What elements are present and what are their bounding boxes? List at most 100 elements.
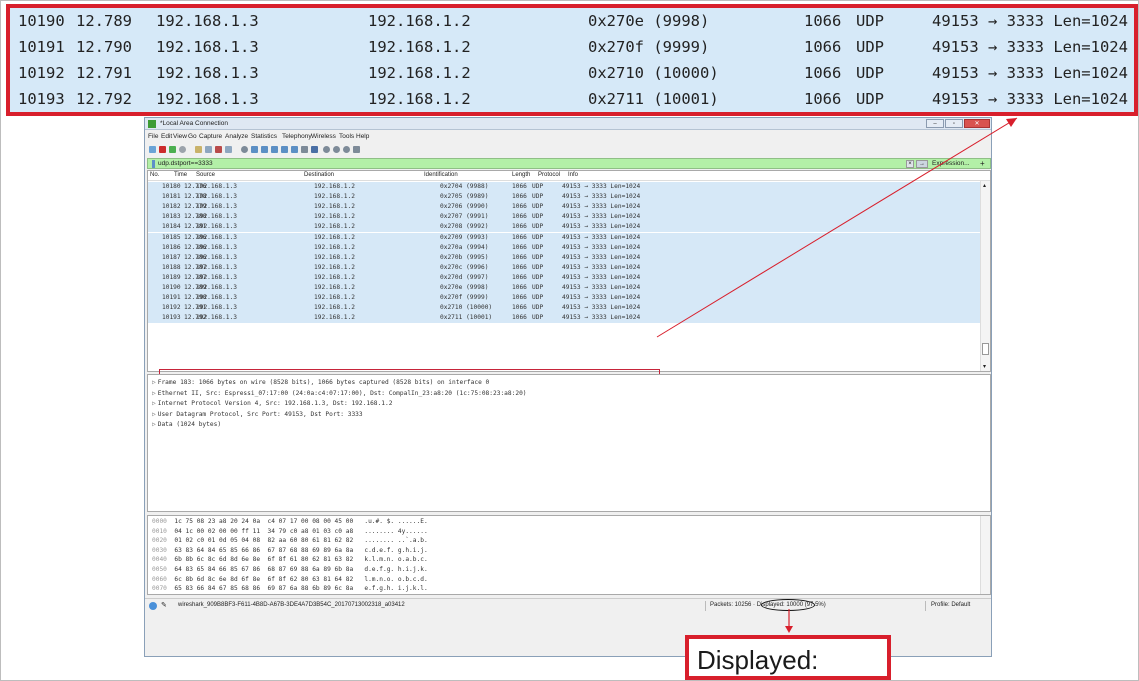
zoomed-dst-cell: 192.168.1.2 (368, 38, 471, 56)
resize-columns-icon[interactable] (353, 146, 360, 153)
packet-proto-cell: UDP (532, 263, 544, 271)
menu-analyze[interactable]: Analyze (225, 133, 248, 140)
shark-fin-start-icon[interactable] (149, 146, 156, 153)
close-file-icon[interactable] (215, 146, 222, 153)
save-file-icon[interactable] (205, 146, 212, 153)
packet-details-pane: ▷ Frame 183: 1066 bytes on wire (8528 bit… (147, 374, 991, 512)
packet-row[interactable]: 10184 12.781 192.168.1.3 192.168.1.2 0x2708 … (148, 222, 980, 233)
packet-len-cell: 1066 (512, 213, 527, 221)
wireshark-logo-icon (148, 120, 156, 128)
packet-row[interactable]: 10189 12.787 192.168.1.3 192.168.1.2 0x270d … (148, 272, 980, 283)
menu-statistics[interactable]: Statistics (251, 133, 277, 140)
packet-src-cell: 192.168.1.3 (196, 233, 237, 241)
apply-filter-icon[interactable]: → (916, 160, 928, 168)
expert-info-icon[interactable] (149, 602, 157, 610)
packet-no-cell: 10182 (162, 203, 181, 211)
packet-row[interactable]: 10185 12.786 192.168.1.3 192.168.1.2 0x2709 … (148, 232, 980, 243)
scroll-down-icon[interactable]: ▾ (983, 363, 986, 370)
detail-tree-item[interactable]: ▷ Data (1024 bytes) (152, 421, 221, 428)
packet-row[interactable]: 10180 12.776 192.168.1.3 192.168.1.2 0x2704 … (148, 182, 980, 193)
expand-arrow-icon[interactable]: ▷ (152, 400, 156, 407)
detail-tree-item[interactable]: ▷ Ethernet II, Src: Espressi_07:17:00 (24… (152, 390, 527, 397)
restart-capture-icon[interactable] (169, 146, 176, 153)
zoom-out-icon[interactable] (333, 146, 340, 153)
menu-file[interactable]: File (148, 133, 158, 140)
packet-row[interactable]: 10181 12.778 192.168.1.3 192.168.1.2 0x2705 … (148, 192, 980, 203)
maximize-button[interactable]: ▫ (945, 119, 963, 128)
clear-filter-icon[interactable]: × (906, 160, 914, 168)
bytes-scrollbar[interactable] (980, 516, 990, 594)
menu-edit[interactable]: Edit (161, 133, 172, 140)
reload-icon[interactable] (225, 146, 232, 153)
detail-tree-item[interactable]: ▷ Frame 183: 1066 bytes on wire (8528 bit… (152, 379, 489, 386)
menu-help[interactable]: Help (356, 133, 369, 140)
column-header-destination[interactable]: Destination (304, 172, 334, 178)
packet-row[interactable]: 10191 12.790 192.168.1.3 192.168.1.2 0x270f … (148, 293, 980, 304)
open-file-icon[interactable] (195, 146, 202, 153)
column-header-no[interactable]: No. (150, 172, 159, 178)
packet-row[interactable]: 10188 12.787 192.168.1.3 192.168.1.2 0x270c … (148, 262, 980, 273)
packet-row[interactable]: 10183 12.780 192.168.1.3 192.168.1.2 0x2707 … (148, 212, 980, 223)
packet-src-cell: 192.168.1.3 (196, 314, 237, 322)
normal-size-icon[interactable] (343, 146, 350, 153)
detail-tree-item[interactable]: ▷ User Datagram Protocol, Src Port: 49153… (152, 411, 363, 418)
expand-arrow-icon[interactable]: ▷ (152, 411, 156, 418)
packet-row[interactable]: 10193 12.792 192.168.1.3 192.168.1.2 0x2711 … (148, 313, 980, 324)
column-header-protocol[interactable]: Protocol (538, 172, 560, 178)
column-header-info[interactable]: Info (568, 172, 578, 178)
zoomed-id-cell: 0x270f (9999) (588, 38, 710, 56)
hex-ascii: k.l.m.n. o.a.b.c. (364, 556, 428, 564)
scroll-thumb[interactable] (982, 343, 989, 355)
find-packet-icon[interactable] (241, 146, 248, 153)
column-header-length[interactable]: Length (512, 172, 530, 178)
go-back-icon[interactable] (251, 146, 258, 153)
add-filter-button[interactable]: + (980, 159, 985, 168)
menu-view[interactable]: View (173, 133, 187, 140)
menu-wireless[interactable]: Wireless (311, 133, 336, 140)
go-to-packet-icon[interactable] (271, 146, 278, 153)
column-header-time[interactable]: Time (174, 172, 187, 178)
expand-arrow-icon[interactable]: ▷ (152, 421, 156, 428)
menu-telephony[interactable]: Telephony (282, 133, 312, 140)
packet-row[interactable]: 10187 12.786 192.168.1.3 192.168.1.2 0x270b … (148, 252, 980, 263)
close-button[interactable]: ✕ (964, 119, 990, 128)
packet-list-scrollbar[interactable]: ▴ ▾ (980, 181, 990, 371)
packet-row[interactable]: 10186 12.786 192.168.1.3 192.168.1.2 0x270a … (148, 242, 980, 253)
menu-go[interactable]: Go (188, 133, 197, 140)
zoomed-dst-cell: 192.168.1.2 (368, 12, 471, 30)
status-bar: ✎ wireshark_909B8BF3-F611-4B8D-A67B-3DE4… (145, 598, 991, 612)
menu-tools[interactable]: Tools (339, 133, 354, 140)
capture-options-icon[interactable] (179, 146, 186, 153)
packet-no-cell: 10190 (162, 284, 181, 291)
bookmark-icon[interactable] (152, 160, 155, 168)
display-filter-bar[interactable]: udp.dstport==3333 × → Expression... + (147, 158, 991, 169)
expand-arrow-icon[interactable]: ▷ (152, 390, 156, 397)
minimize-button[interactable]: – (926, 119, 944, 128)
detail-tree-item[interactable]: ▷ Internet Protocol Version 4, Src: 192.1… (152, 400, 392, 407)
last-packet-icon[interactable] (291, 146, 298, 153)
zoomed-no-cell: 10191 (18, 38, 65, 56)
go-forward-icon[interactable] (261, 146, 268, 153)
capture-comment-icon[interactable]: ✎ (161, 601, 167, 609)
display-filter-input[interactable]: udp.dstport==3333 (158, 160, 213, 167)
hex-offset: 0020 (152, 537, 167, 545)
profile-label[interactable]: Profile: Default (931, 602, 970, 608)
packet-row[interactable]: 10182 12.779 192.168.1.3 192.168.1.2 0x2706 … (148, 202, 980, 213)
column-header-identification[interactable]: Identification (424, 172, 458, 178)
menu-capture[interactable]: Capture (199, 133, 222, 140)
expand-arrow-icon[interactable]: ▷ (152, 379, 156, 386)
colorize-icon[interactable] (311, 146, 318, 153)
stop-capture-icon[interactable] (159, 146, 166, 153)
status-divider (705, 601, 706, 611)
column-header-source[interactable]: Source (196, 172, 215, 178)
expression-button[interactable]: Expression... (932, 160, 970, 167)
packet-info-cell: 49153 → 3333 Len=1024 (562, 314, 641, 322)
packet-row[interactable]: 10190 12.789 192.168.1.3 192.168.1.2 0x270e … (148, 283, 980, 294)
packet-row[interactable]: 10192 12.791 192.168.1.3 192.168.1.2 0x2710 … (148, 303, 980, 314)
zoom-in-icon[interactable] (323, 146, 330, 153)
zoomed-time-cell: 12.790 (76, 38, 132, 56)
packet-bytes-pane: 0000 1c 75 08 23 a8 20 24 0a c4 07 17 00… (147, 515, 991, 595)
scroll-up-icon[interactable]: ▴ (983, 182, 986, 189)
first-packet-icon[interactable] (281, 146, 288, 153)
autoscroll-icon[interactable] (301, 146, 308, 153)
